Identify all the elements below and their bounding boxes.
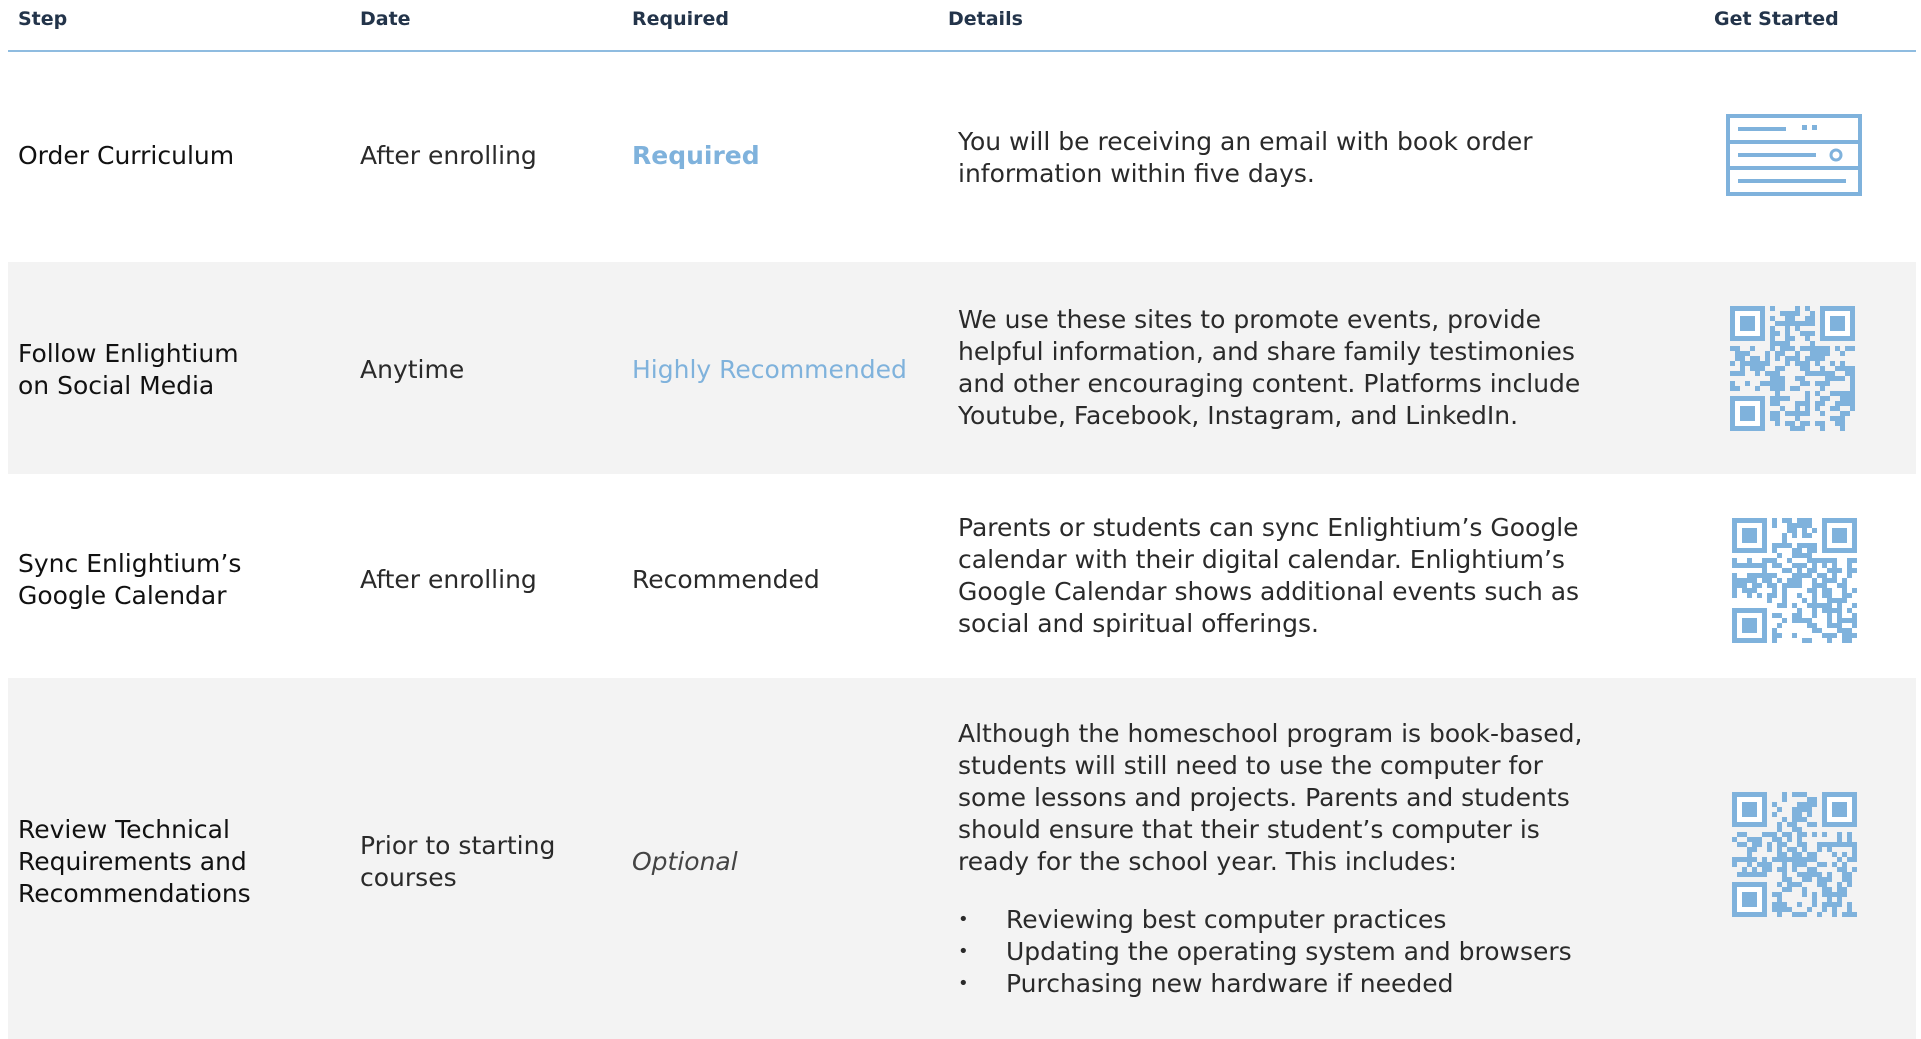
table-header: Step Date Required Details Get Started: [8, 0, 1916, 52]
bullet-item: Updating the operating system and browse…: [958, 936, 1598, 968]
qr-code-icon[interactable]: [1730, 306, 1855, 436]
step-details: Parents or students can sync Enlightium’…: [958, 513, 1580, 638]
step-date: After enrolling: [360, 565, 537, 594]
table-row: Order Curriculum After enrolling Require…: [8, 52, 1916, 262]
step-name: Order Curriculum: [18, 141, 235, 170]
header-details: Details: [948, 8, 1023, 30]
header-date: Date: [360, 8, 411, 30]
step-details: You will be receiving an email with book…: [958, 127, 1533, 188]
qr-code-icon[interactable]: [1732, 518, 1857, 648]
step-date: Prior to starting courses: [360, 831, 556, 892]
step-name: Review Technical Requirements and Recomm…: [18, 815, 251, 908]
qr-code-icon[interactable]: [1732, 792, 1857, 922]
details-paragraph: Although the homeschool program is book-…: [958, 719, 1583, 876]
step-date: After enrolling: [360, 141, 537, 170]
details-bullets: Reviewing best computer practices Updati…: [958, 904, 1598, 1000]
step-name: Follow Enlightium on Social Media: [18, 339, 239, 400]
steps-table: Step Date Required Details Get Started O…: [8, 0, 1916, 1039]
table-row: Follow Enlightium on Social Media Anytim…: [8, 262, 1916, 474]
requirement-level: Optional: [632, 847, 738, 876]
table-row: Review Technical Requirements and Recomm…: [8, 678, 1916, 1039]
header-required: Required: [632, 8, 730, 30]
requirement-level: Recommended: [632, 565, 820, 594]
step-date: Anytime: [360, 355, 465, 384]
requirement-level: Required: [632, 141, 760, 170]
header-get-started: Get Started: [1714, 8, 1839, 30]
step-name: Sync Enlightium’s Google Calendar: [18, 549, 242, 610]
table-row: Sync Enlightium’s Google Calendar After …: [8, 474, 1916, 678]
step-details: We use these sites to promote events, pr…: [958, 305, 1581, 430]
bullet-item: Reviewing best computer practices: [958, 904, 1598, 936]
requirement-level: Highly Recommended: [632, 355, 907, 384]
header-step: Step: [18, 8, 68, 30]
server-rack-icon[interactable]: [1726, 114, 1862, 203]
bullet-item: Purchasing new hardware if needed: [958, 968, 1598, 1000]
step-details: Although the homeschool program is book-…: [958, 718, 1598, 1000]
